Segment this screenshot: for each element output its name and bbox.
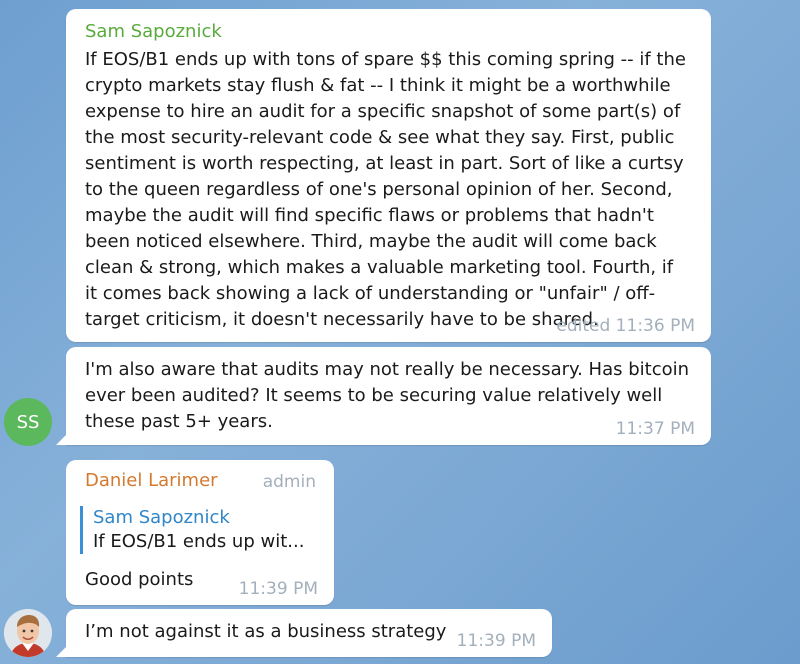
message-text: Good points bbox=[85, 569, 194, 590]
message-time: edited 11:36 PM bbox=[556, 316, 695, 336]
message-time: 11:37 PM bbox=[615, 419, 695, 439]
chat-history: Sam Sapoznick If EOS/B1 ends up with ton… bbox=[0, 0, 800, 664]
reply-text: If EOS/B1 ends up wit... bbox=[93, 531, 305, 552]
message-time: 11:39 PM bbox=[238, 579, 318, 599]
user-photo-icon bbox=[4, 609, 52, 657]
avatar-initials: SS bbox=[16, 411, 40, 433]
avatar[interactable]: SS bbox=[4, 398, 52, 446]
message-time: 11:39 PM bbox=[456, 631, 536, 651]
message-bubble[interactable]: Sam Sapoznick If EOS/B1 ends up with ton… bbox=[66, 9, 711, 342]
reply-sender: Sam Sapoznick bbox=[93, 507, 230, 528]
message-sender[interactable]: Sam Sapoznick bbox=[85, 21, 695, 43]
message-bubble[interactable]: Daniel Larimer admin Sam Sapoznick If EO… bbox=[66, 460, 334, 605]
reply-preview[interactable]: Sam Sapoznick If EOS/B1 ends up wit... bbox=[80, 506, 304, 554]
message-text: If EOS/B1 ends up with tons of spare $$ … bbox=[85, 49, 686, 330]
admin-badge: admin bbox=[262, 472, 316, 492]
message-bubble[interactable]: I'm also aware that audits may not reall… bbox=[66, 347, 711, 445]
message-bubble[interactable]: I’m not against it as a business strateg… bbox=[66, 609, 552, 657]
user-photo-icon[interactable] bbox=[4, 609, 52, 657]
bubble-tail bbox=[56, 431, 70, 445]
message-text: I'm also aware that audits may not reall… bbox=[85, 359, 690, 432]
